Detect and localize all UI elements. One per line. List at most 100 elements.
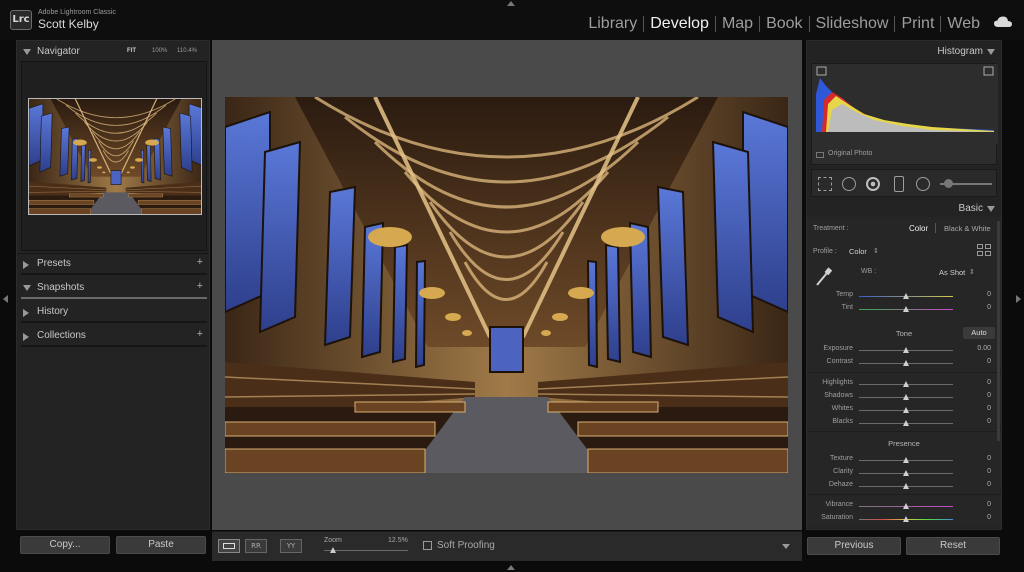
zoom-100-option[interactable]: 100% <box>152 48 167 54</box>
red-eye-icon[interactable] <box>866 177 880 191</box>
slider-value[interactable]: 0 <box>987 418 991 425</box>
zoom-slider-thumb[interactable] <box>330 547 336 553</box>
collapse-icon[interactable] <box>23 49 31 55</box>
slider-thumb[interactable] <box>903 470 909 476</box>
add-icon[interactable]: + <box>197 328 203 340</box>
previous-button[interactable]: Previous <box>807 537 901 555</box>
slider-value[interactable]: 0 <box>987 358 991 365</box>
section-history[interactable]: History <box>17 301 211 323</box>
slider-value[interactable]: 0 <box>987 405 991 412</box>
slider-value[interactable]: 0.00 <box>977 345 991 352</box>
slider-value[interactable]: 0 <box>987 514 991 521</box>
right-panel-toggle-icon[interactable] <box>1016 295 1021 303</box>
slider-track[interactable] <box>859 483 953 489</box>
slider-track[interactable] <box>859 360 953 366</box>
slider-track[interactable] <box>859 470 953 476</box>
module-book[interactable]: Book <box>760 15 808 33</box>
collapse-icon[interactable] <box>987 49 995 55</box>
slider-track[interactable] <box>859 306 953 312</box>
slider-vibrance[interactable]: Vibrance 0 <box>807 499 1001 512</box>
module-slideshow[interactable]: Slideshow <box>810 15 895 33</box>
slider-thumb[interactable] <box>903 503 909 509</box>
wb-dropdown[interactable]: As Shot <box>939 268 965 277</box>
chevron-updown-icon[interactable]: ⇕ <box>873 247 879 255</box>
collapse-icon[interactable] <box>23 285 31 291</box>
radial-filter-icon[interactable] <box>916 177 930 191</box>
slider-thumb[interactable] <box>903 394 909 400</box>
slider-whites[interactable]: Whites 0 <box>807 403 1001 416</box>
treatment-color-option[interactable]: Color <box>909 224 928 233</box>
slider-thumb[interactable] <box>903 293 909 299</box>
slider-track[interactable] <box>859 293 953 299</box>
histogram-header[interactable]: Histogram <box>807 44 1001 64</box>
slider-thumb[interactable] <box>903 420 909 426</box>
slider-temp[interactable]: Temp 0 <box>807 289 1001 302</box>
slider-thumb[interactable] <box>903 516 909 522</box>
slider-value[interactable]: 0 <box>987 304 991 311</box>
add-icon[interactable]: + <box>197 256 203 268</box>
expand-icon[interactable] <box>23 333 29 341</box>
cloud-icon[interactable] <box>994 16 1012 28</box>
eyedropper-icon[interactable] <box>815 267 833 287</box>
treatment-bw-option[interactable]: Black & White <box>944 224 991 233</box>
slider-value[interactable]: 0 <box>987 455 991 462</box>
slider-thumb[interactable] <box>903 347 909 353</box>
slider-track[interactable] <box>859 420 953 426</box>
toolbar-menu-icon[interactable] <box>782 544 790 549</box>
slider-contrast[interactable]: Contrast 0 <box>807 356 1001 369</box>
crop-tool-icon[interactable] <box>818 177 832 191</box>
slider-thumb[interactable] <box>903 360 909 366</box>
slider-shadows[interactable]: Shadows 0 <box>807 390 1001 403</box>
slider-exposure[interactable]: Exposure 0.00 <box>807 343 1001 356</box>
slider-track[interactable] <box>859 347 953 353</box>
filmstrip-toggle-icon[interactable] <box>507 565 515 570</box>
module-develop[interactable]: Develop <box>644 15 715 33</box>
expand-icon[interactable] <box>23 261 29 269</box>
module-print[interactable]: Print <box>895 15 940 33</box>
slider-thumb[interactable] <box>903 381 909 387</box>
slider-thumb[interactable] <box>903 457 909 463</box>
slider-value[interactable]: 0 <box>987 481 991 488</box>
profile-browser-icon[interactable] <box>977 244 991 256</box>
paste-button[interactable]: Paste <box>116 536 206 554</box>
histogram-area[interactable]: Original Photo <box>811 63 998 165</box>
before-after-icon[interactable]: RR <box>245 539 267 553</box>
copy-button[interactable]: Copy... <box>20 536 110 554</box>
slider-track[interactable] <box>859 407 953 413</box>
user-name[interactable]: Scott Kelby <box>38 17 99 31</box>
slider-track[interactable] <box>859 381 953 387</box>
spot-removal-icon[interactable] <box>842 177 856 191</box>
slider-tint[interactable]: Tint 0 <box>807 302 1001 315</box>
navigator-thumbnail[interactable] <box>28 98 202 215</box>
slider-track[interactable] <box>859 503 953 509</box>
auto-button[interactable]: Auto <box>963 327 995 339</box>
add-icon[interactable]: + <box>197 280 203 292</box>
module-web[interactable]: Web <box>941 15 986 33</box>
top-panel-toggle-icon[interactable] <box>507 1 515 6</box>
slider-highlights[interactable]: Highlights 0 <box>807 377 1001 390</box>
slider-thumb[interactable] <box>903 306 909 312</box>
before-after-swap-icon[interactable]: YY <box>280 539 302 553</box>
module-library[interactable]: Library <box>582 15 643 33</box>
slider-thumb[interactable] <box>903 483 909 489</box>
module-map[interactable]: Map <box>716 15 759 33</box>
slider-value[interactable]: 0 <box>987 379 991 386</box>
slider-value[interactable]: 0 <box>987 291 991 298</box>
slider-value[interactable]: 0 <box>987 392 991 399</box>
expand-icon[interactable] <box>23 309 29 317</box>
slider-value[interactable]: 0 <box>987 501 991 508</box>
zoom-fit-option[interactable]: FIT <box>127 48 136 54</box>
chevron-updown-icon[interactable]: ⇕ <box>969 268 975 276</box>
slider-track[interactable] <box>859 457 953 463</box>
main-photo[interactable] <box>225 97 788 473</box>
collapse-icon[interactable] <box>987 206 995 212</box>
slider-value[interactable]: 0 <box>987 468 991 475</box>
slider-dehaze[interactable]: Dehaze 0 <box>807 479 1001 492</box>
section-collections[interactable]: Collections + <box>17 325 211 347</box>
zoom-slider[interactable] <box>324 547 408 553</box>
slider-clarity[interactable]: Clarity 0 <box>807 466 1001 479</box>
loupe-view-icon[interactable] <box>218 539 240 553</box>
soft-proofing-checkbox[interactable] <box>423 541 432 550</box>
slider-track[interactable] <box>859 516 953 522</box>
panel-scrollbar[interactable] <box>997 221 1000 441</box>
